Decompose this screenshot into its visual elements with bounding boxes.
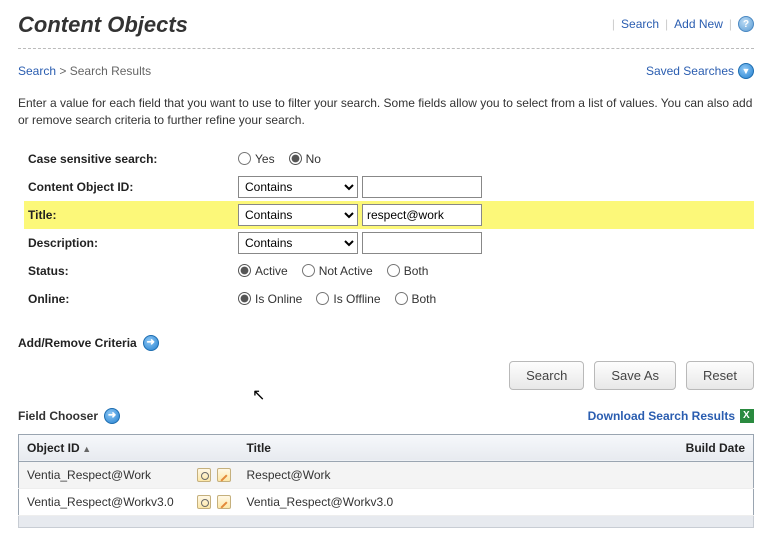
separator: | [729, 17, 732, 31]
top-links: | Search | Add New | ? [612, 12, 754, 32]
input-coid-value[interactable] [362, 176, 482, 198]
page-title: Content Objects [18, 12, 188, 38]
radio-status-notactive[interactable] [302, 264, 315, 277]
view-icon[interactable] [197, 468, 211, 482]
intro-text: Enter a value for each field that you wa… [18, 95, 754, 129]
col-header-objectid[interactable]: Object ID [19, 434, 239, 461]
radio-online-both[interactable] [395, 292, 408, 305]
label-description: Description: [24, 236, 234, 250]
search-form: Case sensitive search: Yes No Content Ob… [24, 145, 754, 313]
radio-online-isonline[interactable] [238, 292, 251, 305]
breadcrumb-sep: > [59, 64, 69, 78]
download-results-label: Download Search Results [588, 409, 735, 423]
search-button[interactable]: Search [509, 361, 584, 390]
radio-status-both[interactable] [387, 264, 400, 277]
breadcrumb: Search > Search Results [18, 64, 151, 78]
label-status: Status: [24, 264, 234, 278]
results-table: Object ID Title Build Date Ventia_Respec… [18, 434, 754, 516]
select-title-operator[interactable]: Contains [238, 204, 358, 226]
col-header-title[interactable]: Title [239, 434, 654, 461]
cell-title: Respect@Work [239, 461, 654, 488]
select-description-operator[interactable]: Contains [238, 232, 358, 254]
label-title: Title: [24, 208, 234, 222]
breadcrumb-results: Search Results [70, 64, 151, 78]
help-icon[interactable]: ? [738, 16, 754, 32]
radio-status-active[interactable] [238, 264, 251, 277]
table-footer-bar [18, 516, 754, 528]
excel-icon [740, 409, 754, 423]
separator: | [665, 17, 668, 31]
field-chooser[interactable]: Field Chooser [18, 408, 120, 424]
add-remove-criteria[interactable]: Add/Remove Criteria [18, 335, 754, 351]
saved-searches-label: Saved Searches [646, 64, 734, 78]
label-yes: Yes [255, 152, 275, 166]
divider [18, 48, 754, 49]
edit-icon[interactable] [217, 468, 231, 482]
arrow-right-icon [104, 408, 120, 424]
input-description-value[interactable] [362, 232, 482, 254]
label-no: No [306, 152, 321, 166]
table-row[interactable]: Ventia_Respect@Work Respect@Work [19, 461, 754, 488]
chevron-down-icon [738, 63, 754, 79]
add-remove-label: Add/Remove Criteria [18, 336, 137, 350]
radio-case-no[interactable] [289, 152, 302, 165]
breadcrumb-search[interactable]: Search [18, 64, 56, 78]
label-online-both: Both [412, 292, 437, 306]
radio-online-isoffline[interactable] [316, 292, 329, 305]
label-notactive: Not Active [319, 264, 373, 278]
cell-builddate [654, 461, 754, 488]
table-row[interactable]: Ventia_Respect@Workv3.0 Ventia_Respect@W… [19, 488, 754, 515]
label-active: Active [255, 264, 288, 278]
top-link-search[interactable]: Search [621, 17, 659, 31]
cell-objectid: Ventia_Respect@Workv3.0 [27, 495, 174, 509]
reset-button[interactable]: Reset [686, 361, 754, 390]
cell-objectid: Ventia_Respect@Work [27, 468, 151, 482]
top-link-add-new[interactable]: Add New [674, 17, 723, 31]
label-case-sensitive: Case sensitive search: [24, 152, 234, 166]
label-online: Online: [24, 292, 234, 306]
field-chooser-label: Field Chooser [18, 409, 98, 423]
cell-builddate [654, 488, 754, 515]
input-title-value[interactable] [362, 204, 482, 226]
label-isoffline: Is Offline [333, 292, 380, 306]
label-status-both: Both [404, 264, 429, 278]
arrow-right-icon [143, 335, 159, 351]
select-coid-operator[interactable]: Contains [238, 176, 358, 198]
label-content-object-id: Content Object ID: [24, 180, 234, 194]
label-isonline: Is Online [255, 292, 302, 306]
saved-searches[interactable]: Saved Searches [646, 63, 754, 79]
separator: | [612, 17, 615, 31]
col-header-builddate[interactable]: Build Date [654, 434, 754, 461]
edit-icon[interactable] [217, 495, 231, 509]
save-as-button[interactable]: Save As [594, 361, 676, 390]
cell-title: Ventia_Respect@Workv3.0 [239, 488, 654, 515]
view-icon[interactable] [197, 495, 211, 509]
download-results[interactable]: Download Search Results [588, 409, 754, 423]
radio-case-yes[interactable] [238, 152, 251, 165]
